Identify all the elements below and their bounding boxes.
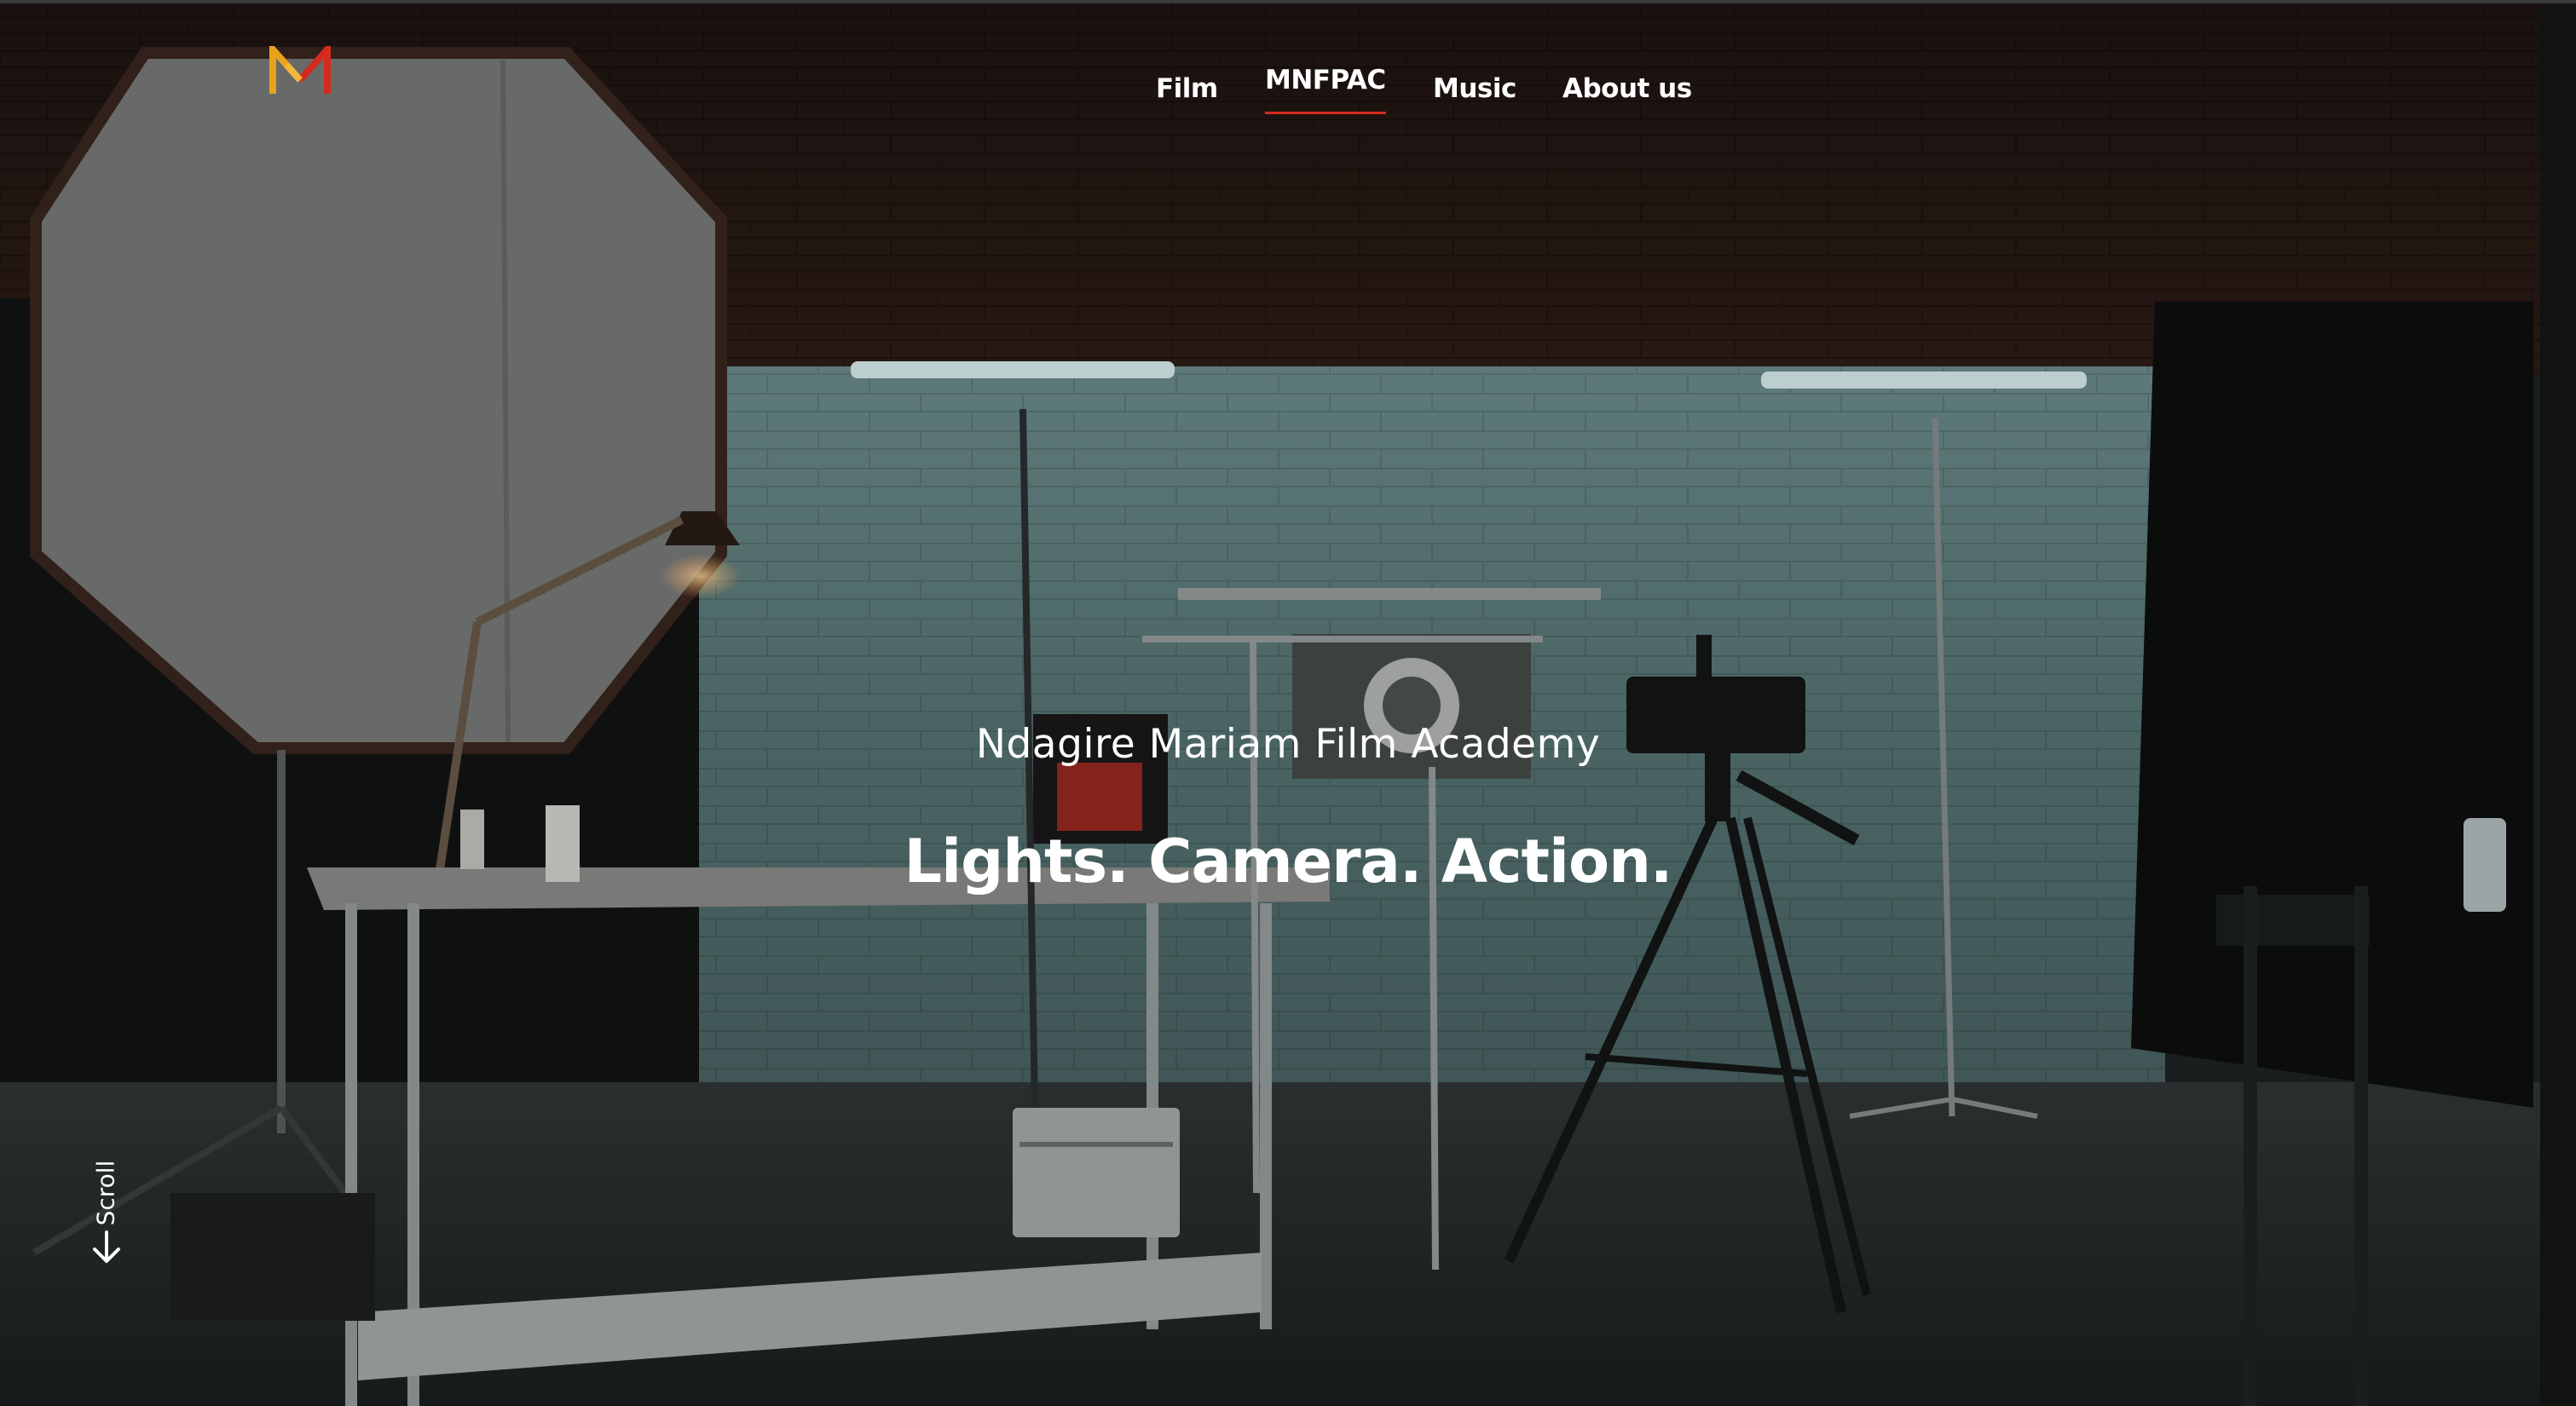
hero-background-image bbox=[0, 0, 2576, 1406]
nav-item-mnfpac[interactable]: MNFPAC bbox=[1265, 55, 1386, 114]
brand-logo-icon[interactable] bbox=[269, 46, 331, 97]
hero-section: Film MNFPAC Music About us Ndagire Maria… bbox=[0, 0, 2576, 1406]
nav-item-film[interactable]: Film bbox=[1156, 63, 1218, 114]
nav-item-about-us[interactable]: About us bbox=[1562, 63, 1692, 114]
hero-headline: Lights. Camera. Action. bbox=[904, 827, 1672, 896]
arrow-down-icon bbox=[93, 1230, 120, 1263]
hero-subtitle: Ndagire Mariam Film Academy bbox=[975, 721, 1601, 768]
nav-item-music[interactable]: Music bbox=[1433, 63, 1516, 114]
scroll-indicator[interactable]: Scroll bbox=[85, 1108, 128, 1278]
scroll-label: Scroll bbox=[91, 1160, 120, 1226]
top-border bbox=[0, 0, 2576, 3]
